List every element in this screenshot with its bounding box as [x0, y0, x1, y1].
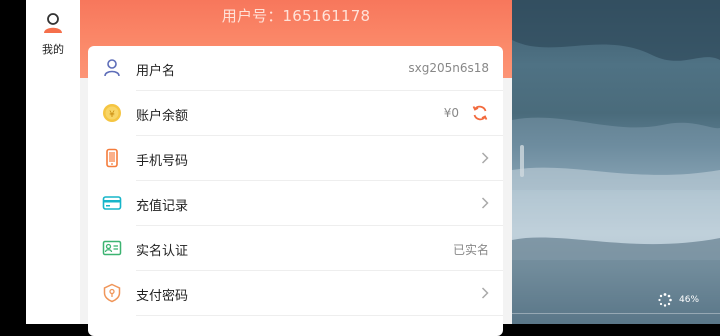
- phone-icon: [106, 148, 118, 168]
- row-phone-label: 手机号码: [136, 154, 189, 169]
- shield-key-icon: [103, 283, 121, 303]
- sidebar: 我的: [26, 0, 80, 324]
- row-balance[interactable]: ¥ 账户余额 ¥0: [88, 91, 503, 136]
- id-card-icon: [102, 240, 122, 256]
- video-progress-track: [512, 313, 720, 314]
- snowy-landscape-image: [512, 0, 720, 324]
- coin-icon: ¥: [103, 104, 121, 122]
- svg-text:¥: ¥: [109, 110, 115, 120]
- row-divider: [136, 315, 503, 316]
- video-background-panel: 46%: [512, 0, 720, 324]
- row-phone[interactable]: 手机号码: [88, 136, 503, 181]
- row-recharge-history[interactable]: 充值记录: [88, 181, 503, 226]
- row-username[interactable]: 用户名 sxg205n6s18: [88, 46, 503, 91]
- nav-item-me-label: 我的: [42, 43, 64, 56]
- refresh-icon[interactable]: [471, 104, 489, 122]
- row-real-name-value: 已实名: [452, 243, 489, 257]
- row-username-label: 用户名: [136, 64, 176, 79]
- row-username-value: sxg205n6s18: [408, 61, 489, 75]
- account-card: 用户名 sxg205n6s18 ¥ 账户余额 ¥0 手机号码 充值记录 实名认证…: [88, 46, 503, 336]
- user-icon: [104, 59, 120, 77]
- chevron-right-icon: [481, 152, 489, 164]
- person-icon: [44, 13, 62, 33]
- row-pay-password-label: 支付密码: [136, 289, 189, 304]
- loading-percent: 46%: [679, 295, 700, 305]
- row-real-name[interactable]: 实名认证 已实名: [88, 226, 503, 271]
- chevron-right-icon: [481, 197, 489, 209]
- row-pay-password[interactable]: 支付密码: [88, 271, 503, 316]
- row-balance-label: 账户余额: [136, 109, 189, 124]
- spinner-icon: [658, 293, 672, 307]
- account-id: 用户号：165161178: [221, 7, 371, 25]
- nav-item-me[interactable]: 我的: [26, 12, 80, 57]
- row-recharge-label: 充值记录: [136, 199, 189, 214]
- main-panel: 用户号：165161178 用户名 sxg205n6s18 ¥ 账户余额 ¥0: [80, 0, 512, 336]
- left-edge-strip: [0, 0, 26, 324]
- row-balance-value: ¥0: [443, 106, 459, 120]
- chevron-right-icon: [481, 287, 489, 299]
- scroll-handle[interactable]: [520, 145, 524, 177]
- card-icon: [102, 196, 122, 210]
- loading-indicator: 46%: [657, 292, 717, 308]
- row-real-name-label: 实名认证: [136, 244, 189, 259]
